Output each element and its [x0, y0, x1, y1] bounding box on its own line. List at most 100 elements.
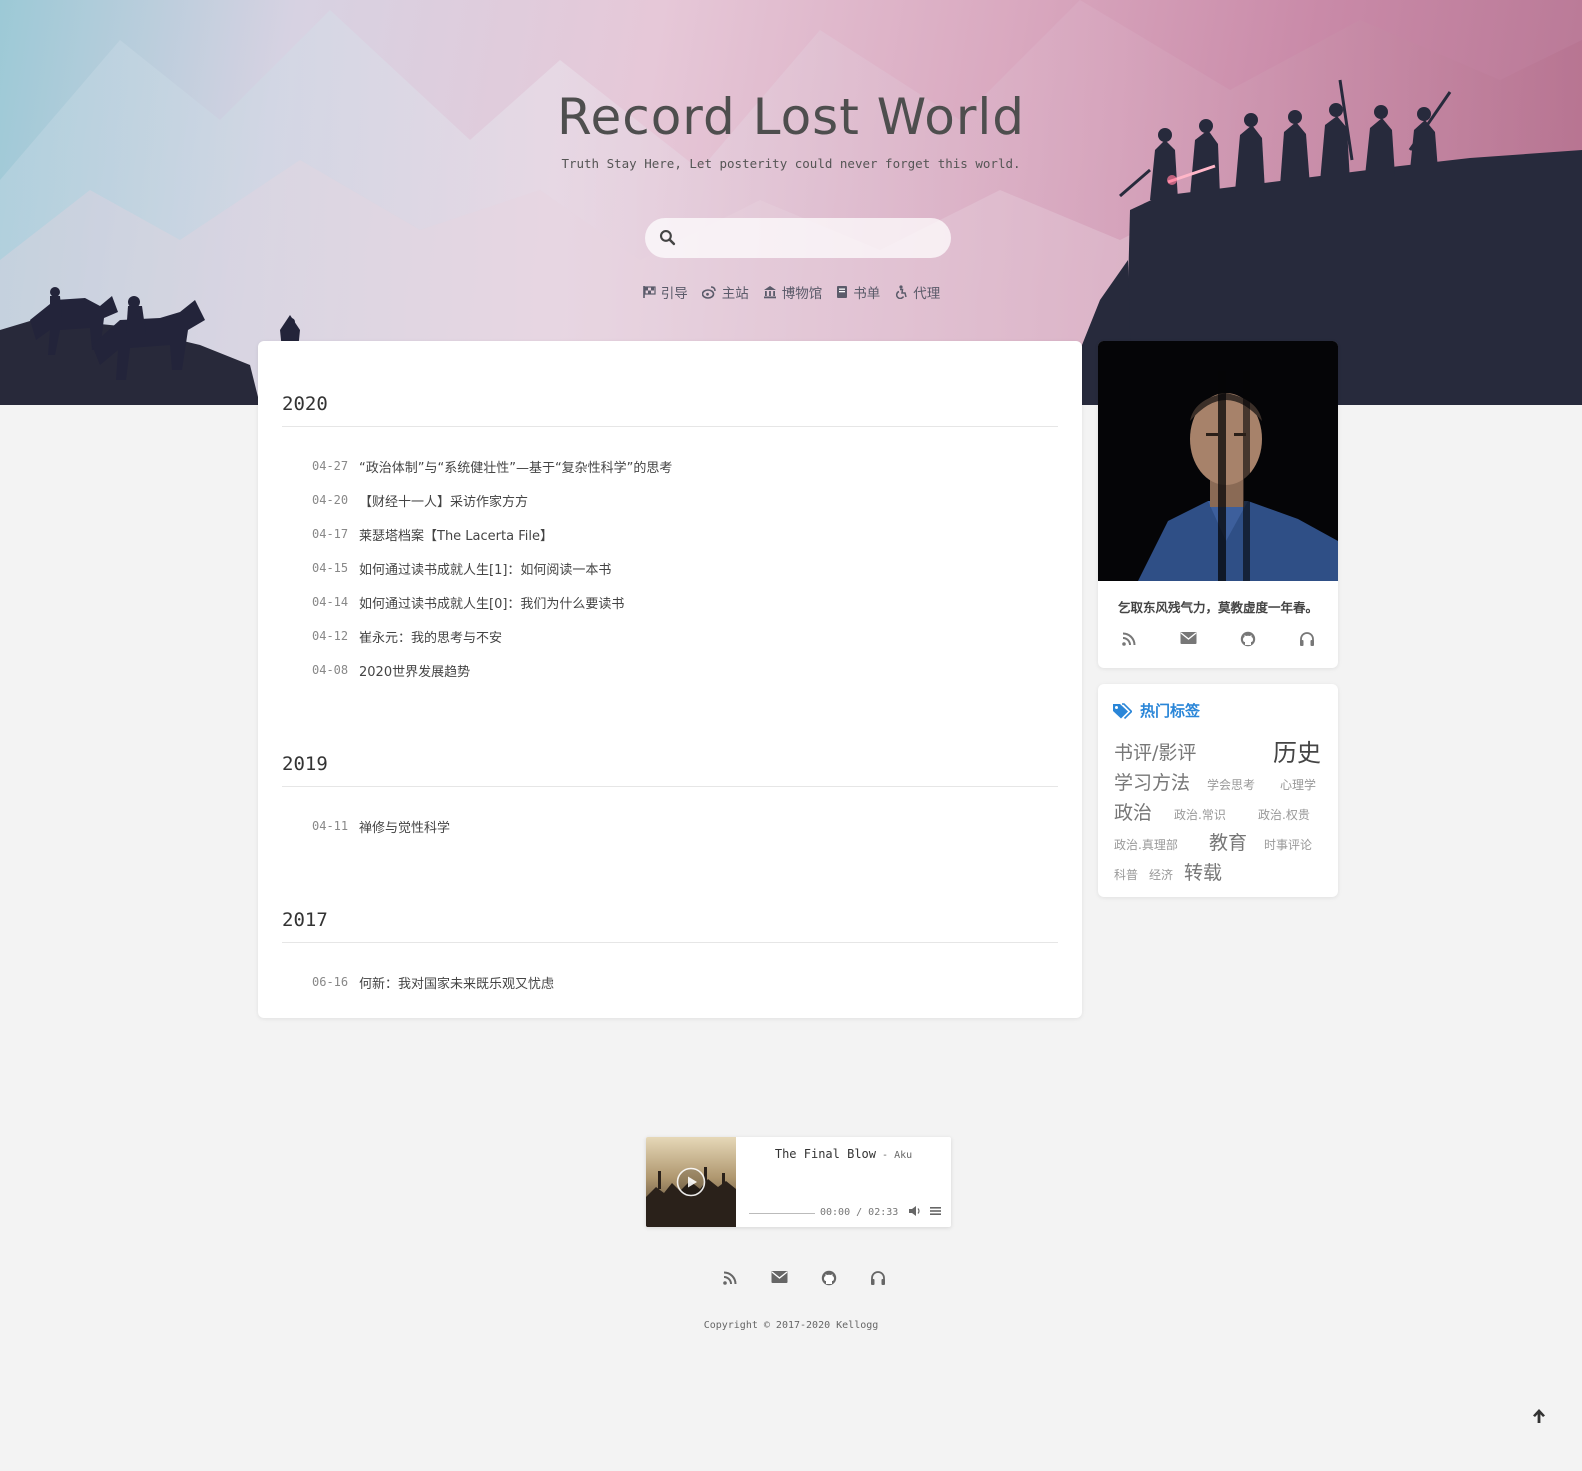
hot-tags-heading: 热门标签 [1112, 700, 1200, 721]
avatar[interactable] [1098, 341, 1338, 581]
tag-link[interactable]: 政治.权贵 [1258, 806, 1310, 823]
tag-link[interactable]: 历史 [1273, 733, 1321, 768]
post-date: 04-27 [312, 459, 349, 473]
post-list: 04-11 禅修与觉性科学 [282, 809, 1058, 843]
post-date: 04-08 [312, 663, 349, 677]
tag-link[interactable]: 科普 [1114, 866, 1138, 883]
hot-tags-title: 热门标签 [1140, 702, 1201, 720]
post-item[interactable]: 04-12 崔永元：我的思考与不安 [282, 619, 1058, 653]
tag-link[interactable]: 教育 [1209, 828, 1247, 855]
year-heading: 2017 [282, 909, 1058, 943]
time-separator: / [850, 1207, 869, 1218]
post-title-link[interactable]: “政治体制”与“系统健壮性”—基于“复杂性科学”的思考 [359, 457, 672, 476]
nav-item-label: 引导 [660, 286, 688, 302]
post-title-link[interactable]: 【财经十一人】采访作家方方 [359, 491, 528, 510]
search-box [645, 218, 951, 258]
post-item[interactable]: 04-15 如何通过读书成就人生[1]：如何阅读一本书 [282, 551, 1058, 585]
flag-checkered-icon [642, 286, 656, 298]
post-title-link[interactable]: 如何通过读书成就人生[0]：我们为什么要读书 [359, 593, 624, 612]
post-date: 04-20 [312, 493, 349, 507]
tag-link[interactable]: 学会思考 [1207, 776, 1255, 793]
year-section-2020: 2020 04-27 “政治体制”与“系统健壮性”—基于“复杂性科学”的思考 04… [282, 393, 1058, 687]
post-item[interactable]: 04-20 【财经十一人】采访作家方方 [282, 483, 1058, 517]
envelope-icon[interactable] [1180, 631, 1197, 647]
nav-item-label: 代理 [913, 286, 941, 302]
year-section-2017: 2017 06-16 何新：我对国家未来既乐观又忧虑 [282, 909, 1058, 999]
back-to-top-arrow-icon[interactable] [1532, 1408, 1546, 1424]
play-button[interactable] [676, 1167, 706, 1197]
post-date: 04-14 [312, 595, 349, 609]
tag-link[interactable]: 政治 [1114, 798, 1152, 825]
github-icon[interactable] [821, 1270, 837, 1286]
post-item[interactable]: 04-08 2020世界发展趋势 [282, 653, 1058, 687]
site-subtitle: Truth Stay Here, Let posterity could nev… [561, 156, 1021, 171]
nav-item-museum[interactable]: 博物馆 [763, 282, 823, 302]
tag-link[interactable]: 心理学 [1280, 776, 1316, 793]
tag-link[interactable]: 时事评论 [1264, 836, 1312, 853]
footer-social-links [722, 1270, 886, 1286]
post-title-link[interactable]: 何新：我对国家未来既乐观又忧虑 [359, 973, 554, 992]
nav-item-label: 书单 [853, 286, 881, 302]
post-title-link[interactable]: 崔永元：我的思考与不安 [359, 627, 502, 646]
music-player: The Final Blow - Aku 00:00 / 02:33 [646, 1137, 951, 1227]
post-item[interactable]: 04-27 “政治体制”与“系统健壮性”—基于“复杂性科学”的思考 [282, 449, 1058, 483]
tag-link[interactable]: 学习方法 [1114, 768, 1190, 795]
post-list: 04-27 “政治体制”与“系统健壮性”—基于“复杂性科学”的思考 04-20 【财… [282, 449, 1058, 687]
rss-icon[interactable] [1121, 631, 1137, 647]
playlist-menu-icon[interactable] [930, 1206, 941, 1216]
post-date: 04-15 [312, 561, 349, 575]
song-artist: Aku [894, 1150, 913, 1161]
post-item[interactable]: 04-14 如何通过读书成就人生[0]：我们为什么要读书 [282, 585, 1058, 619]
bank-icon [763, 286, 776, 299]
profile-motto: 乞取东风残气力，莫教虚度一年春。 [1117, 600, 1318, 615]
envelope-icon[interactable] [771, 1270, 788, 1286]
song-title: The Final Blow [774, 1147, 877, 1161]
post-date: 04-11 [312, 819, 349, 833]
tag-link[interactable]: 政治.真理部 [1114, 836, 1178, 853]
headphones-icon[interactable] [1299, 631, 1315, 647]
tag-link[interactable]: 经济 [1149, 866, 1173, 883]
site-title[interactable]: Record Lost World [0, 88, 1582, 146]
duration: 02:33 [868, 1207, 899, 1218]
post-title-link[interactable]: 莱瑟塔档案【The Lacerta File】 [359, 525, 553, 544]
github-icon[interactable] [1240, 631, 1256, 647]
rss-icon[interactable] [722, 1270, 738, 1286]
post-date: 04-12 [312, 629, 349, 643]
year-section-2019: 2019 04-11 禅修与觉性科学 [282, 753, 1058, 843]
post-date: 06-16 [312, 975, 349, 989]
search-icon[interactable] [659, 229, 676, 246]
accessible-icon [896, 285, 907, 299]
copyright-text: Copyright © 2017-2020 Kellogg [703, 1320, 879, 1331]
tag-link[interactable]: 政治.常识 [1174, 806, 1226, 823]
post-list: 06-16 何新：我对国家未来既乐观又忧虑 [282, 965, 1058, 999]
headphones-icon[interactable] [870, 1270, 886, 1286]
post-title-link[interactable]: 2020世界发展趋势 [359, 661, 470, 680]
archive-card: 2020 04-27 “政治体制”与“系统健壮性”—基于“复杂性科学”的思考 04… [258, 341, 1082, 1018]
current-time: 00:00 [820, 1207, 851, 1218]
main-nav: 引导 主站 博物馆 书单 代理 [0, 282, 1582, 302]
book-icon [837, 286, 848, 298]
nav-item-proxy[interactable]: 代理 [894, 282, 940, 302]
search-input[interactable] [685, 218, 935, 258]
year-heading: 2020 [282, 393, 1058, 427]
tags-icon [1113, 702, 1132, 719]
tag-link[interactable]: 转载 [1184, 858, 1222, 885]
post-date: 04-17 [312, 527, 349, 541]
volume-icon[interactable] [908, 1205, 921, 1217]
time-display: 00:00 / 02:33 [820, 1207, 898, 1218]
song-separator: - [876, 1150, 895, 1161]
post-item[interactable]: 06-16 何新：我对国家未来既乐观又忧虑 [282, 965, 1058, 999]
profile-card: 乞取东风残气力，莫教虚度一年春。 [1098, 341, 1338, 668]
progress-bar[interactable] [749, 1213, 815, 1214]
post-item[interactable]: 04-17 莱瑟塔档案【The Lacerta File】 [282, 517, 1058, 551]
nav-item-guide[interactable]: 引导 [642, 282, 688, 302]
hot-tags-card: 热门标签 书评/影评 历史 学习方法 学会思考 心理学 政治 政治.常识 政治.… [1098, 684, 1338, 897]
post-item[interactable]: 04-11 禅修与觉性科学 [282, 809, 1058, 843]
post-title-link[interactable]: 如何通过读书成就人生[1]：如何阅读一本书 [359, 559, 611, 578]
profile-social-links [1098, 631, 1338, 647]
nav-item-booklist[interactable]: 书单 [836, 282, 880, 302]
post-title-link[interactable]: 禅修与觉性科学 [359, 817, 450, 836]
nav-item-main-site[interactable]: 主站 [701, 282, 749, 302]
tag-link[interactable]: 书评/影评 [1114, 738, 1196, 765]
nav-item-label: 博物馆 [781, 286, 823, 302]
